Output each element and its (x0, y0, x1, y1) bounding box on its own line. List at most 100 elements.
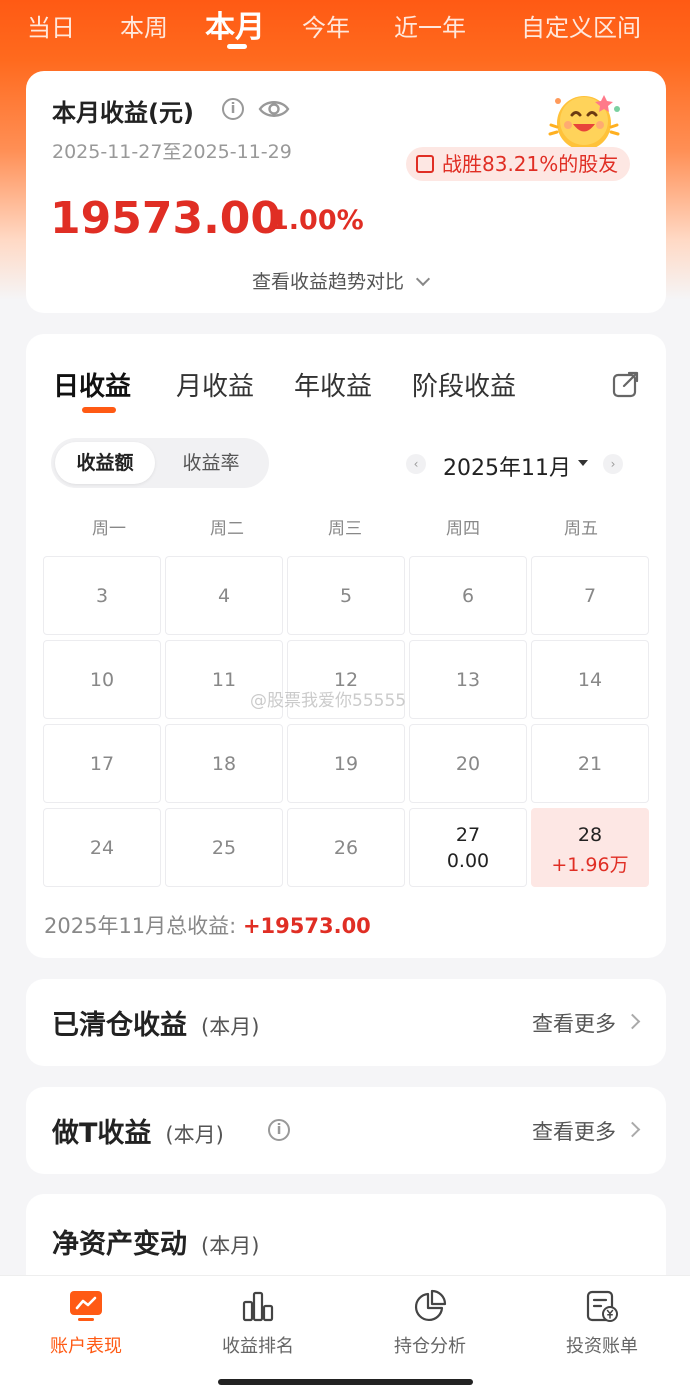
calendar-card: 日收益 月收益 年收益 阶段收益 收益额 收益率 ‹ 2025年11月 › 周一… (26, 334, 666, 958)
day-number: 7 (583, 585, 597, 607)
chevron-right-icon (624, 1013, 641, 1030)
eye-icon[interactable] (258, 97, 290, 121)
summary-card: 本月收益(元) i 2025-11-27至2025-11-29 战胜83.21%… (26, 71, 666, 313)
net-asset-title: 净资产变动 (本月) (52, 1222, 259, 1261)
share-export-icon[interactable] (612, 370, 640, 398)
day-number: 24 (89, 837, 115, 859)
period-tab-last-year[interactable]: 近一年 (394, 8, 466, 43)
day-number: 19 (333, 753, 359, 775)
view-more-link[interactable]: 查看更多 (532, 1116, 616, 1146)
info-icon[interactable]: i (222, 98, 244, 120)
calendar-day[interactable]: 14 (531, 640, 649, 719)
month-total-value: +19573.00 (242, 914, 371, 938)
calendar-day[interactable]: 6 (409, 556, 527, 635)
trend-compare-label: 查看收益趋势对比 (252, 271, 405, 293)
calendar-day[interactable]: 4 (165, 556, 283, 635)
calendar-day[interactable]: 17 (43, 724, 161, 803)
section-title: 净资产变动 (52, 1229, 187, 1260)
t-trade-title: 做T收益 (本月) (52, 1111, 224, 1150)
calendar-day[interactable]: 10 (43, 640, 161, 719)
beat-text: 战胜83.21%的股友 (442, 152, 619, 176)
view-more-link[interactable]: 查看更多 (532, 1008, 616, 1038)
day-number: 13 (455, 669, 481, 691)
day-number: 20 (455, 753, 481, 775)
chevron-down-icon (415, 271, 431, 287)
monitor-chart-icon (70, 1291, 102, 1321)
toggle-rate[interactable]: 收益率 (161, 442, 261, 484)
caret-down-icon[interactable] (578, 460, 588, 466)
tab-yearly-profit[interactable]: 年收益 (294, 366, 372, 403)
weekday-label: 周一 (92, 519, 126, 539)
calendar-day[interactable]: 7 (531, 556, 649, 635)
cleared-profit-row[interactable]: 已清仓收益 (本月) 查看更多 (26, 979, 666, 1066)
share-icon (416, 155, 434, 173)
section-subtitle: (本月) (201, 1015, 260, 1039)
day-number: 28 (577, 824, 603, 846)
day-number: 25 (211, 837, 237, 859)
toggle-amount[interactable]: 收益额 (55, 442, 155, 484)
tab-monthly-profit[interactable]: 月收益 (176, 366, 254, 403)
bottom-nav: 账户表现 收益排名 持仓分析 投资账单 (0, 1275, 690, 1394)
calendar-day[interactable]: 18 (165, 724, 283, 803)
bar-chart-icon (242, 1291, 274, 1322)
day-number: 17 (89, 753, 115, 775)
summary-title: 本月收益(元) (52, 99, 194, 127)
day-number: 18 (211, 753, 237, 775)
bill-yen-icon (586, 1290, 618, 1322)
cleared-profit-title: 已清仓收益 (本月) (52, 1003, 259, 1042)
month-total-label: 2025年11月总收益: (44, 914, 237, 938)
nav-label: 账户表现 (50, 1336, 122, 1357)
day-number: 5 (339, 585, 353, 607)
weibo-watermark: @股票我爱你55555 (250, 691, 407, 711)
period-tab-week[interactable]: 本周 (120, 8, 168, 43)
day-profit: +1.96万 (551, 854, 629, 876)
calendar-day-profit[interactable]: 28 +1.96万 (531, 808, 649, 887)
day-profit: 0.00 (446, 850, 490, 872)
tab-indicator (82, 407, 116, 413)
weekday-label: 周四 (446, 519, 480, 539)
profit-value: 19573.00 (50, 193, 282, 244)
section-title: 做T收益 (52, 1118, 152, 1149)
profit-percent: 1.00% (270, 205, 364, 236)
section-title: 已清仓收益 (52, 1010, 187, 1041)
period-tab-year[interactable]: 今年 (302, 8, 350, 43)
next-month-button[interactable]: › (603, 454, 623, 474)
calendar-day[interactable]: 3 (43, 556, 161, 635)
info-icon[interactable]: i (268, 1119, 290, 1141)
weekday-label: 周二 (210, 519, 244, 539)
day-number: 14 (577, 669, 603, 691)
period-tab-indicator (227, 44, 247, 49)
month-label[interactable]: 2025年11月 (443, 450, 571, 482)
date-range: 2025-11-27至2025-11-29 (52, 141, 292, 163)
beat-share-badge[interactable]: 战胜83.21%的股友 (406, 147, 631, 181)
calendar-day[interactable]: 19 (287, 724, 405, 803)
chevron-right-icon (624, 1121, 641, 1138)
calendar-day[interactable]: 5 (287, 556, 405, 635)
day-number: 27 (455, 824, 481, 846)
nav-label: 收益排名 (222, 1336, 294, 1357)
day-number: 3 (95, 585, 109, 607)
calendar-day[interactable]: 24 (43, 808, 161, 887)
nav-label: 投资账单 (566, 1336, 638, 1357)
calendar-day[interactable]: 26 (287, 808, 405, 887)
tab-period-profit[interactable]: 阶段收益 (412, 366, 516, 403)
nav-label: 持仓分析 (394, 1336, 466, 1357)
trend-compare-link[interactable]: 查看收益趋势对比 (252, 267, 431, 294)
t-trade-profit-row[interactable]: 做T收益 (本月) i 查看更多 (26, 1087, 666, 1174)
calendar-day[interactable]: 20 (409, 724, 527, 803)
period-tab-today[interactable]: 当日 (27, 8, 75, 43)
calendar-day[interactable]: 13 (409, 640, 527, 719)
period-tab-month[interactable]: 本月 (205, 2, 265, 46)
home-indicator[interactable] (218, 1379, 473, 1385)
day-number: 6 (461, 585, 475, 607)
section-subtitle: (本月) (165, 1123, 224, 1147)
period-tab-custom[interactable]: 自定义区间 (521, 8, 641, 43)
pie-chart-icon (415, 1289, 447, 1321)
tab-daily-profit[interactable]: 日收益 (53, 366, 131, 403)
day-number: 26 (333, 837, 359, 859)
calendar-day[interactable]: 25 (165, 808, 283, 887)
calendar-day[interactable]: 21 (531, 724, 649, 803)
calendar-day[interactable]: 27 0.00 (409, 808, 527, 887)
amount-rate-toggle: 收益额 收益率 (51, 438, 269, 488)
prev-month-button[interactable]: ‹ (406, 454, 426, 474)
